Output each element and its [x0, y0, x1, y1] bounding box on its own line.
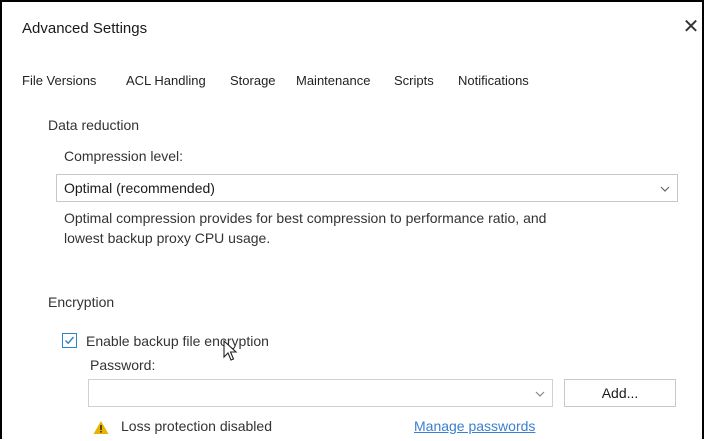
enable-encryption-checkbox[interactable]	[62, 333, 77, 348]
data-reduction-heading: Data reduction	[48, 117, 140, 133]
encryption-heading: Encryption	[48, 294, 115, 310]
tab-acl-handling[interactable]: ACL Handling	[126, 73, 206, 88]
chevron-down-icon	[535, 391, 545, 397]
loss-protection-status: Loss protection disabled	[121, 418, 272, 434]
dialog-title: Advanced Settings	[22, 20, 148, 37]
tab-maintenance[interactable]: Maintenance	[296, 73, 370, 88]
compression-level-select[interactable]: Optimal (recommended)	[56, 174, 678, 202]
description-line-1: Optimal compression provides for best co…	[64, 210, 547, 226]
compression-level-value: Optimal (recommended)	[64, 180, 215, 196]
warning-icon	[93, 421, 109, 434]
tab-notifications[interactable]: Notifications	[458, 73, 529, 88]
advanced-settings-dialog: Advanced Settings ✕ File Versions ACL Ha…	[0, 0, 704, 439]
description-line-2: lowest backup proxy CPU usage.	[64, 230, 271, 246]
tab-scripts[interactable]: Scripts	[394, 73, 434, 88]
close-icon[interactable]: ✕	[681, 16, 701, 36]
manage-passwords-link[interactable]: Manage passwords	[414, 418, 535, 434]
mouse-pointer-icon	[223, 340, 238, 361]
tab-storage[interactable]: Storage	[230, 73, 276, 88]
checkmark-icon	[65, 336, 75, 345]
enable-encryption-label[interactable]: Enable backup file encryption	[86, 333, 269, 349]
tab-file-versions[interactable]: File Versions	[22, 73, 96, 88]
chevron-down-icon	[660, 186, 670, 192]
compression-level-label: Compression level:	[64, 148, 184, 164]
password-select[interactable]	[88, 379, 553, 407]
password-label: Password:	[90, 357, 156, 373]
add-password-button[interactable]: Add...	[564, 379, 676, 407]
compression-description: Optimal compression provides for best co…	[64, 208, 664, 248]
